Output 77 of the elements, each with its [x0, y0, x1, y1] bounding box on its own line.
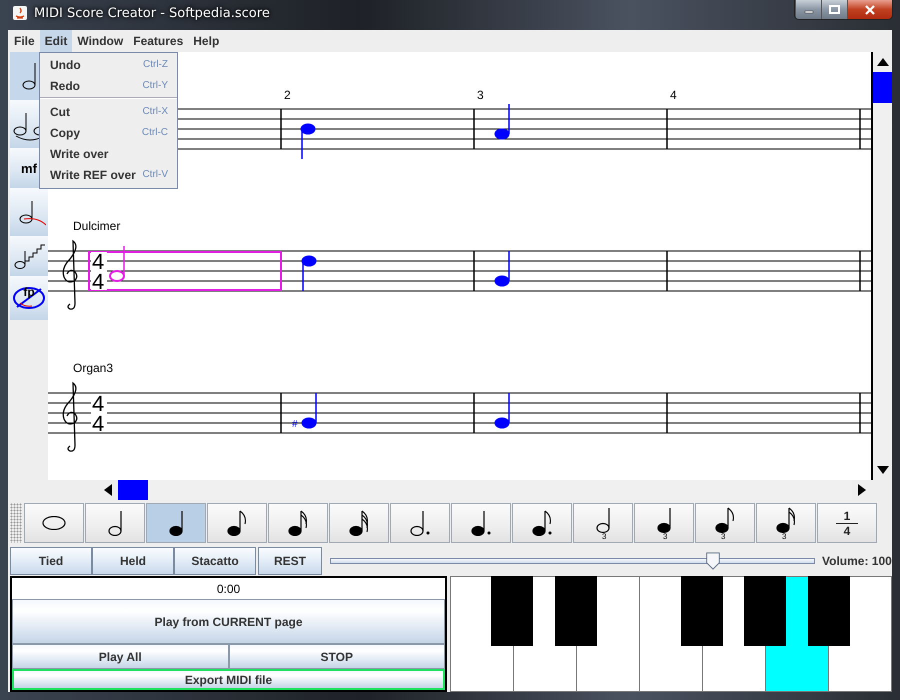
note-value-button[interactable] [85, 503, 145, 543]
note-value-button[interactable]: 1 4 [817, 503, 877, 543]
play-current-button[interactable]: Play from CURRENT page [12, 599, 445, 644]
articulation-button[interactable]: Stacatto [174, 547, 256, 575]
articulation-button[interactable]: Tied [10, 547, 92, 575]
quarter-note [494, 251, 510, 286]
half-note [109, 246, 125, 282]
menu-entry[interactable]: Redo Ctrl-Y [40, 75, 177, 96]
play-all-button[interactable]: Play All [12, 644, 228, 669]
dotted-half-note-icon [410, 510, 430, 536]
tool-button[interactable] [10, 236, 48, 276]
note-value-button[interactable] [24, 503, 84, 543]
scrollbar-thumb[interactable] [873, 72, 892, 103]
note-value-button[interactable] [390, 503, 450, 543]
measure-number: 4 [670, 88, 677, 102]
slider-thumb[interactable] [704, 552, 721, 570]
time-signature-background [91, 252, 107, 290]
left-triangle-icon [103, 483, 113, 497]
export-button[interactable]: Export MIDI file [12, 669, 445, 690]
volume-label: Volume: 100 [822, 554, 892, 568]
down-triangle-icon [876, 465, 890, 475]
menu-item[interactable]: File [9, 30, 40, 52]
menu-item[interactable]: Features [128, 30, 188, 52]
instrument-name: Dulcimer [73, 219, 120, 233]
menu-item[interactable]: Window [72, 30, 128, 52]
half-note-icon [22, 62, 36, 90]
note-value-button[interactable] [329, 503, 389, 543]
right-triangle-icon [857, 483, 867, 497]
menu-item[interactable]: Edit [40, 30, 72, 52]
dotted-quarter-note-icon [471, 510, 491, 536]
maximize-button[interactable] [821, 0, 847, 19]
eighth-note-icon [227, 510, 247, 536]
window-title: MIDI Score Creator - Softpedia.score [34, 6, 270, 20]
note-value-button[interactable]: 3 [695, 503, 755, 543]
quarter-note [300, 124, 316, 159]
treble-clef-icon [62, 382, 78, 452]
menu-item[interactable]: Help [188, 30, 224, 52]
quarter-note [494, 104, 510, 140]
half-note-icon [108, 510, 122, 536]
toolbar-grip[interactable] [10, 503, 22, 543]
note-value-button[interactable] [146, 503, 206, 543]
app-icon [12, 5, 28, 21]
note-value-button[interactable] [512, 503, 572, 543]
close-button[interactable] [847, 0, 892, 19]
dynamic-label: mf [21, 160, 37, 176]
articulation-button[interactable]: REST [258, 547, 322, 575]
treble-clef-icon [62, 240, 78, 310]
tool-button[interactable]: fp [10, 276, 48, 320]
whole-note-icon [42, 516, 66, 530]
note-value-button[interactable]: 3 [634, 503, 694, 543]
tool-button[interactable] [10, 188, 48, 236]
quarter-note-icon [169, 510, 183, 536]
up-triangle-icon [876, 57, 890, 67]
minimize-button[interactable] [795, 0, 821, 19]
menu-entry[interactable]: Cut Ctrl-X [40, 101, 177, 122]
close-icon [864, 4, 876, 14]
thirty-second-note-icon [349, 510, 369, 536]
instrument-name: Organ3 [73, 361, 114, 375]
stop-button[interactable]: STOP [228, 644, 445, 669]
maximize-icon [829, 5, 840, 14]
articulation-button[interactable]: Held [92, 547, 174, 575]
note-value-button[interactable] [451, 503, 511, 543]
scrollbar-thumb[interactable] [118, 480, 148, 500]
menu-entry[interactable]: Undo Ctrl-Z [40, 54, 177, 75]
no-dynamic-icon: fp [12, 285, 46, 311]
quarter-note [494, 393, 510, 428]
quarter-note [302, 256, 316, 291]
measure-number: 2 [284, 88, 291, 102]
note-value-button[interactable]: 3 [756, 503, 816, 543]
note-value-button[interactable] [207, 503, 267, 543]
measure-number: 3 [477, 88, 484, 102]
volume-slider[interactable] [330, 551, 815, 571]
note-value-button[interactable] [268, 503, 328, 543]
menu-entry[interactable]: Copy Ctrl-C [40, 122, 177, 143]
dotted-eighth-note-icon [532, 510, 552, 536]
note-value-button[interactable]: 3 [573, 503, 633, 543]
sixteenth-note-icon [288, 510, 308, 536]
